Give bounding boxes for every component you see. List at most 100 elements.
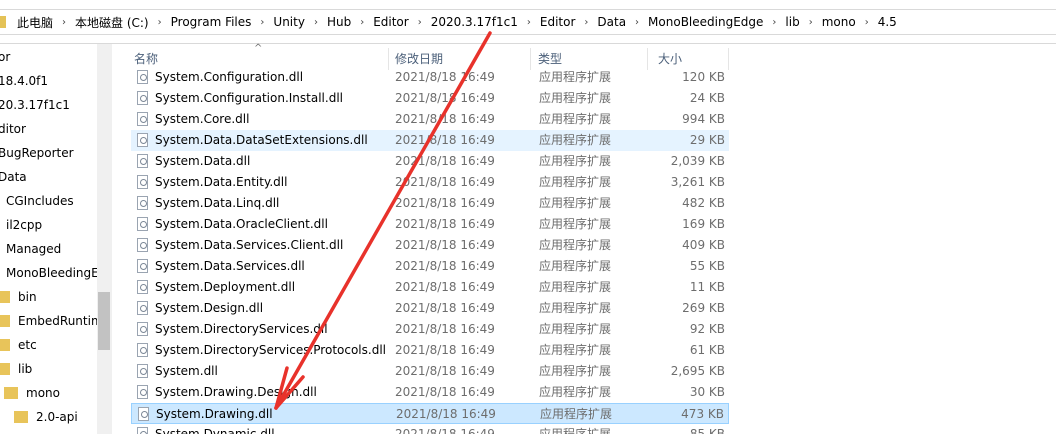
file-row[interactable]: System.Data.Services.dll 2021/8/18 16:49 应… xyxy=(131,256,729,277)
file-name: System.dll xyxy=(155,364,218,378)
dll-file-icon xyxy=(137,217,148,231)
file-type: 应用程序扩展 xyxy=(539,154,612,168)
breadcrumb-item[interactable]: 2020.3.17f1c1 xyxy=(428,15,521,29)
file-size: 11 KB xyxy=(689,280,725,294)
file-size: 409 KB xyxy=(682,238,725,252)
file-row[interactable]: System.Data.OracleClient.dll 2021/8/18 16… xyxy=(131,214,729,235)
file-row[interactable]: System.Configuration.Install.dll 2021/8/1… xyxy=(131,88,729,109)
file-row[interactable]: System.Design.dll 2021/8/18 16:49 应用程序扩展 26… xyxy=(131,298,729,319)
breadcrumb-separator-icon[interactable]: › xyxy=(766,17,782,28)
breadcrumb-item[interactable]: mono xyxy=(819,15,859,29)
file-type: 应用程序扩展 xyxy=(539,70,612,84)
dll-file-icon xyxy=(137,343,148,357)
dll-file-icon xyxy=(137,280,148,294)
file-type: 应用程序扩展 xyxy=(539,217,612,231)
file-modified-date: 2021/8/18 16:49 xyxy=(395,133,495,147)
file-name: System.Data.Entity.dll xyxy=(155,175,288,189)
file-type: 应用程序扩展 xyxy=(539,364,612,378)
dll-file-icon xyxy=(137,196,148,210)
file-row[interactable]: System.Deployment.dll 2021/8/18 16:49 应用程序… xyxy=(131,277,729,298)
file-row[interactable]: System.Core.dll 2021/8/18 16:49 应用程序扩展 994 … xyxy=(131,109,729,130)
breadcrumb-item[interactable]: lib xyxy=(782,15,802,29)
file-name: System.Data.dll xyxy=(155,154,251,168)
breadcrumb-item[interactable]: MonoBleedingEdge xyxy=(645,15,766,29)
file-name: System.Design.dll xyxy=(155,301,264,315)
file-type: 应用程序扩展 xyxy=(539,259,612,273)
file-name: System.Configuration.dll xyxy=(155,70,304,84)
file-row[interactable]: System.DirectoryServices.dll 2021/8/18 16… xyxy=(131,319,729,340)
file-size: 30 KB xyxy=(689,385,725,399)
breadcrumb-separator-icon[interactable]: › xyxy=(152,17,168,28)
dll-file-icon xyxy=(137,364,148,378)
address-box[interactable]: 此电脑 › 本地磁盘 (C:) › Program Files › Unity › Hub › Ed… xyxy=(0,9,1056,35)
file-name: System.Data.Services.dll xyxy=(155,259,305,273)
file-name: System.Data.Services.Client.dll xyxy=(155,238,344,252)
sidebar-item[interactable]: or xyxy=(0,46,10,68)
breadcrumb-separator-icon[interactable]: › xyxy=(578,17,594,28)
file-type: 应用程序扩展 xyxy=(539,238,612,252)
file-row[interactable]: System.dll 2021/8/18 16:49 应用程序扩展 2,695 KB xyxy=(131,361,729,382)
breadcrumb-separator-icon[interactable]: › xyxy=(354,17,370,28)
file-row[interactable]: System.Data.dll 2021/8/18 16:49 应用程序扩展 2,03… xyxy=(131,151,729,172)
file-row[interactable]: System.DirectoryServices.Protocols.dll 20… xyxy=(131,340,729,361)
sidebar-item-label: or xyxy=(0,50,11,64)
breadcrumb-item[interactable]: Unity xyxy=(270,15,308,29)
dll-file-icon xyxy=(138,407,149,421)
file-row[interactable]: System.Data.Services.Client.dll 2021/8/18… xyxy=(131,235,729,256)
file-name: System.DirectoryServices.dll xyxy=(155,322,328,336)
breadcrumb-separator-icon[interactable]: › xyxy=(521,17,537,28)
dll-file-icon xyxy=(137,154,148,168)
file-name: System.Drawing.Design.dll xyxy=(155,385,317,399)
file-row[interactable]: System.Data.Linq.dll 2021/8/18 16:49 应用程序扩… xyxy=(131,193,729,214)
file-size: 473 KB xyxy=(681,407,724,421)
breadcrumb-item[interactable]: 4.5 xyxy=(875,15,900,29)
file-type: 应用程序扩展 xyxy=(539,175,612,189)
file-modified-date: 2021/8/18 16:49 xyxy=(395,301,495,315)
file-type: 应用程序扩展 xyxy=(539,133,612,147)
file-size: 85 KB xyxy=(689,427,725,434)
file-name: System.Core.dll xyxy=(155,112,250,126)
file-size: 2,039 KB xyxy=(670,154,725,168)
breadcrumb-item[interactable]: 本地磁盘 (C:) xyxy=(72,14,152,31)
breadcrumb-separator-icon[interactable]: › xyxy=(56,17,72,28)
breadcrumb-item[interactable]: Data xyxy=(594,15,629,29)
file-modified-date: 2021/8/18 16:49 xyxy=(395,196,495,210)
file-type: 应用程序扩展 xyxy=(539,280,612,294)
breadcrumb-separator-icon[interactable]: › xyxy=(859,17,875,28)
file-row[interactable]: System.Drawing.Design.dll 2021/8/18 16:49… xyxy=(131,382,729,403)
sort-ascending-icon: ^ xyxy=(254,43,263,54)
file-size: 55 KB xyxy=(689,259,725,273)
file-type: 应用程序扩展 xyxy=(539,322,612,336)
breadcrumb-item[interactable]: 此电脑 xyxy=(14,14,56,31)
breadcrumb-separator-icon[interactable]: › xyxy=(629,17,645,28)
breadcrumb-item[interactable]: Program Files xyxy=(168,15,255,29)
file-modified-date: 2021/8/18 16:49 xyxy=(395,259,495,273)
file-row[interactable]: System.Dynamic.dll 2021/8/18 16:49 应用程序扩展 8… xyxy=(131,424,729,434)
breadcrumb-separator-icon[interactable]: › xyxy=(803,17,819,28)
file-size: 120 KB xyxy=(682,70,725,84)
file-size: 61 KB xyxy=(689,343,725,357)
file-modified-date: 2021/8/18 16:49 xyxy=(395,322,495,336)
file-type: 应用程序扩展 xyxy=(540,407,613,421)
dll-file-icon xyxy=(137,385,148,399)
breadcrumb-separator-icon[interactable]: › xyxy=(254,17,270,28)
dll-file-icon xyxy=(137,133,148,147)
breadcrumb-item[interactable]: Editor xyxy=(370,15,412,29)
file-row[interactable]: System.Data.DataSetExtensions.dll 2021/8/… xyxy=(131,130,729,151)
file-row[interactable]: System.Configuration.dll 2021/8/18 16:49 应… xyxy=(131,67,729,88)
file-type: 应用程序扩展 xyxy=(539,91,612,105)
breadcrumb-item[interactable]: Hub xyxy=(324,15,354,29)
file-size: 3,261 KB xyxy=(670,175,725,189)
file-type: 应用程序扩展 xyxy=(539,196,612,210)
dll-file-icon xyxy=(137,70,148,84)
file-modified-date: 2021/8/18 16:49 xyxy=(395,427,495,434)
file-row[interactable]: System.Drawing.dll 2021/8/18 16:49 应用程序扩展 4… xyxy=(131,403,729,424)
breadcrumb-separator-icon[interactable]: › xyxy=(308,17,324,28)
file-modified-date: 2021/8/18 16:49 xyxy=(395,175,495,189)
dll-file-icon xyxy=(137,112,148,126)
file-size: 482 KB xyxy=(682,196,725,210)
dll-file-icon xyxy=(137,175,148,189)
breadcrumb-item[interactable]: Editor xyxy=(537,15,579,29)
breadcrumb-separator-icon[interactable]: › xyxy=(412,17,428,28)
file-row[interactable]: System.Data.Entity.dll 2021/8/18 16:49 应用程… xyxy=(131,172,729,193)
